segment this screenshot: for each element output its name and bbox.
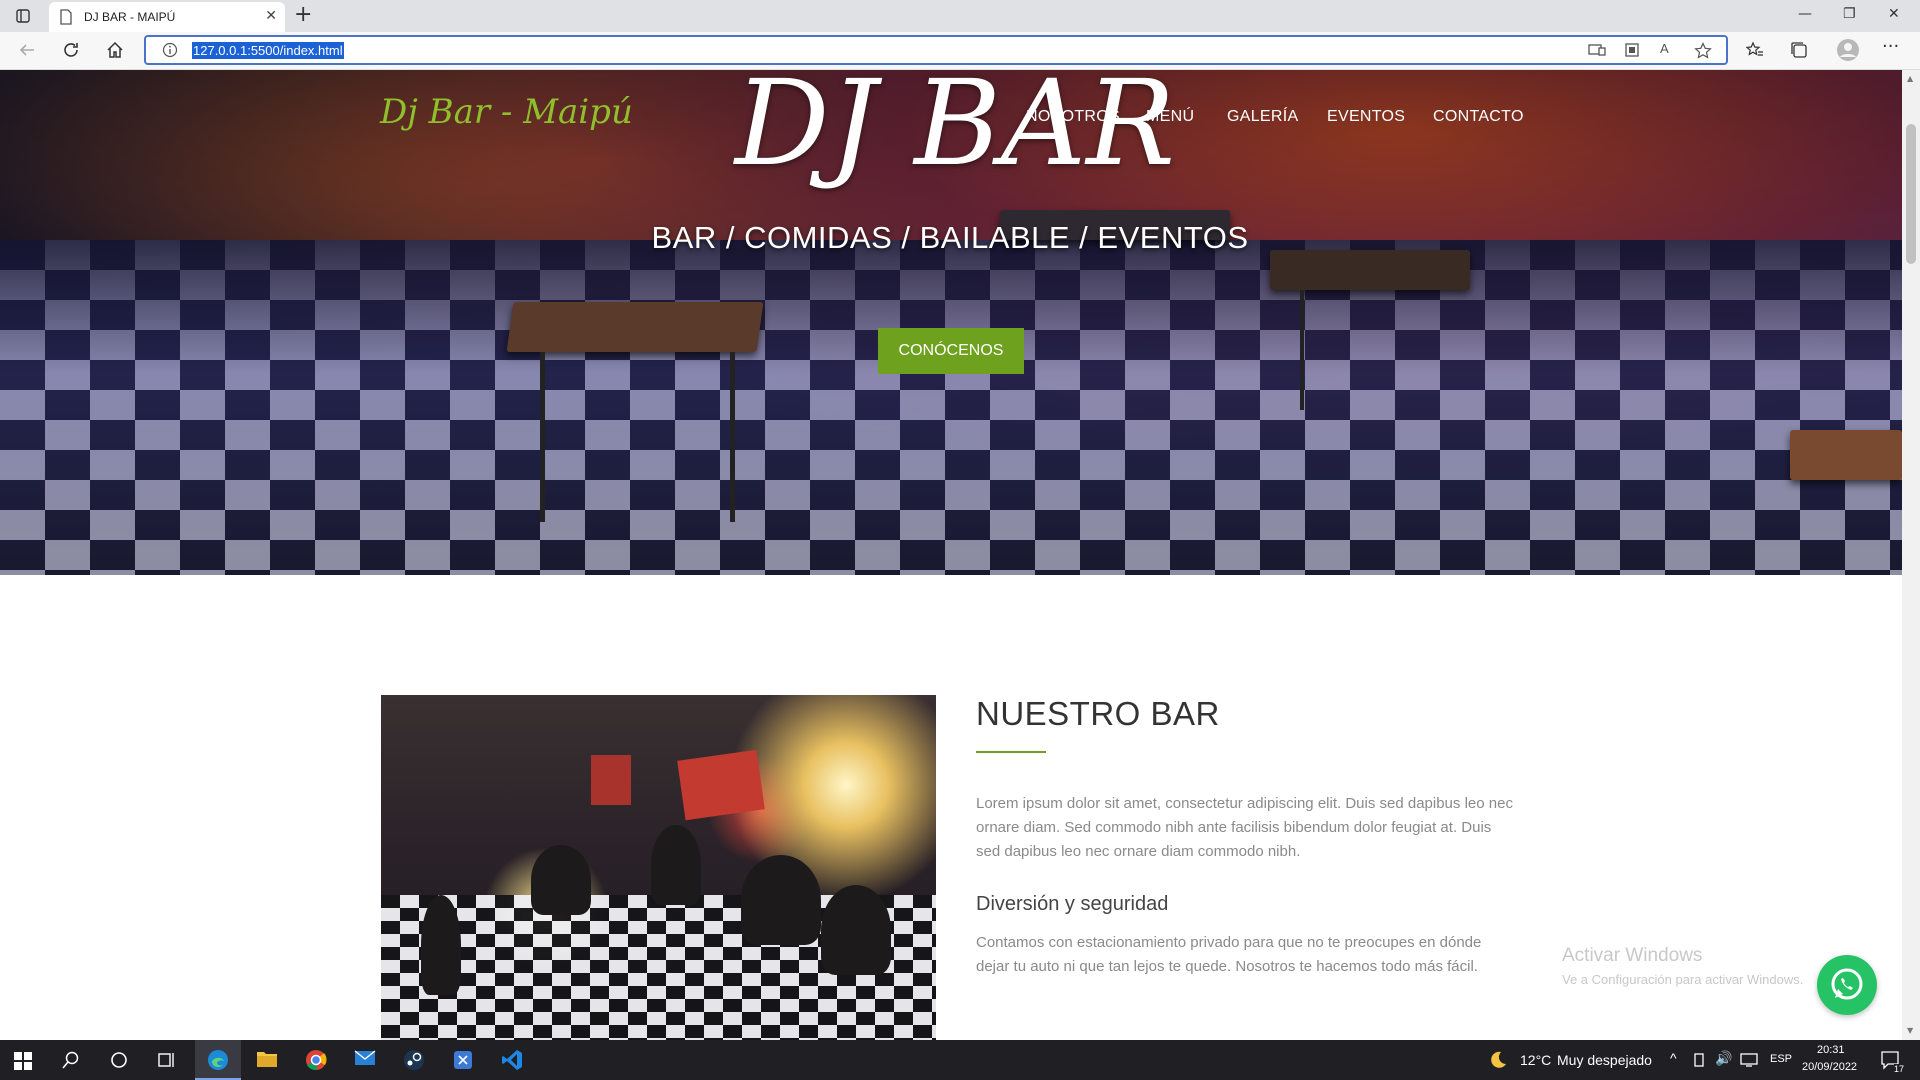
page-scrollbar[interactable]: ▲ ▼ (1902, 70, 1920, 1040)
window-close-icon[interactable]: ✕ (1888, 6, 1900, 22)
nav-menu[interactable]: MENÚ (1146, 108, 1194, 126)
activation-watermark-text: Ve a Configuración para activar Windows. (1562, 972, 1804, 987)
tabs-icon[interactable] (16, 8, 30, 27)
snipping-tool-icon[interactable] (452, 1049, 474, 1075)
bar-table (506, 302, 764, 352)
scroll-down-arrow[interactable]: ▼ (1907, 1026, 1913, 1035)
minimize-icon[interactable]: — (1798, 6, 1812, 22)
bar-table (1790, 430, 1902, 480)
browser-tab[interactable]: DJ BAR - MAIPÚ ✕ (49, 2, 285, 32)
windows-taskbar: 12°C Muy despejado ^ 🔊 ESP 20:31 20/09/2… (0, 1040, 1920, 1080)
about-paragraph: Lorem ipsum dolor sit amet, consectetur … (976, 795, 1513, 860)
plus-icon[interactable]: + (294, 4, 312, 26)
whatsapp-button[interactable] (1817, 955, 1877, 1015)
refresh-icon[interactable] (62, 41, 80, 63)
web-page: Dj Bar - Maipú DJ BAR NOSOTROS MENÚ GALE… (0, 70, 1902, 1040)
nav-galeria[interactable]: GALERÍA (1227, 108, 1298, 126)
browser-tab-bar: DJ BAR - MAIPÚ ✕ + — ❐ ✕ (0, 0, 1920, 32)
cerveza-sign (677, 749, 765, 821)
nav-nosotros[interactable]: NOSOTROS (1026, 108, 1120, 126)
vscode-icon[interactable] (501, 1049, 523, 1075)
profile-icon[interactable] (1836, 38, 1860, 66)
qr-icon[interactable] (1624, 42, 1640, 62)
close-icon[interactable]: ✕ (265, 8, 277, 24)
address-bar: 127.0.0.1:5500/index.html A ··· (0, 32, 1920, 70)
collections-icon[interactable] (1790, 41, 1808, 63)
windows-start-icon[interactable] (14, 1052, 32, 1074)
site-logo[interactable]: Dj Bar - Maipú (380, 92, 633, 132)
more-icon[interactable]: ··· (1882, 36, 1899, 57)
hero-title: DJ BAR (734, 70, 1176, 192)
edge-icon[interactable] (207, 1049, 229, 1075)
app-available-icon[interactable] (1588, 42, 1606, 62)
back-icon[interactable] (18, 41, 36, 63)
chevron-up-icon[interactable]: ^ (1670, 1050, 1677, 1066)
cortana-icon[interactable] (110, 1051, 128, 1073)
hero-subtitle: BAR / COMIDAS / BAILABLE / EVENTOS (651, 220, 1249, 255)
network-icon[interactable] (1692, 1052, 1706, 1072)
clock-date[interactable]: 20/09/2022 (1802, 1061, 1857, 1073)
about-paragraph-2: Contamos con estacionamiento privado par… (976, 934, 1482, 975)
title-divider (976, 751, 1046, 753)
clock-time[interactable]: 20:31 (1817, 1044, 1845, 1056)
wifi-icon[interactable] (1740, 1052, 1758, 1072)
favorite-icon[interactable] (1694, 42, 1712, 64)
scroll-thumb[interactable] (1906, 124, 1916, 264)
home-icon[interactable] (106, 41, 124, 63)
language-indicator[interactable]: ESP (1770, 1053, 1792, 1065)
hero-section: Dj Bar - Maipú DJ BAR NOSOTROS MENÚ GALE… (0, 70, 1902, 575)
moon-icon[interactable] (1488, 1050, 1508, 1074)
chrome-icon[interactable] (305, 1049, 327, 1075)
url-text[interactable]: 127.0.0.1:5500/index.html (192, 42, 344, 59)
task-view-icon[interactable] (158, 1051, 176, 1073)
about-subtitle: Diversión y seguridad (976, 893, 1169, 915)
read-aloud-icon[interactable]: A (1660, 41, 1669, 56)
mail-icon[interactable] (354, 1049, 376, 1071)
about-title: NUESTRO BAR (976, 695, 1220, 732)
folder-icon[interactable] (256, 1049, 278, 1073)
steam-icon[interactable] (403, 1049, 425, 1075)
weather-temp[interactable]: 12°C (1520, 1052, 1551, 1068)
favorites-icon[interactable] (1745, 41, 1764, 63)
volume-icon[interactable]: 🔊 (1715, 1050, 1732, 1067)
nav-contacto[interactable]: CONTACTO (1433, 108, 1524, 126)
whatsapp-icon (1831, 968, 1863, 1000)
url-field[interactable]: 127.0.0.1:5500/index.html A (144, 35, 1728, 65)
nav-eventos[interactable]: EVENTOS (1327, 108, 1405, 126)
conocenos-button[interactable]: CONÓCENOS (878, 328, 1024, 374)
tab-title: DJ BAR - MAIPÚ (84, 10, 176, 24)
notification-count: 17 (1894, 1064, 1905, 1074)
bar-table (1270, 250, 1470, 290)
bar-photo (381, 695, 936, 1040)
page-icon (59, 9, 73, 29)
search-icon[interactable] (62, 1051, 80, 1073)
weather-text[interactable]: Muy despejado (1557, 1052, 1652, 1068)
restore-icon[interactable]: ❐ (1843, 6, 1856, 22)
info-icon[interactable] (162, 42, 178, 62)
activation-watermark-title: Activar Windows (1562, 945, 1703, 966)
scroll-up-arrow[interactable]: ▲ (1907, 74, 1913, 83)
